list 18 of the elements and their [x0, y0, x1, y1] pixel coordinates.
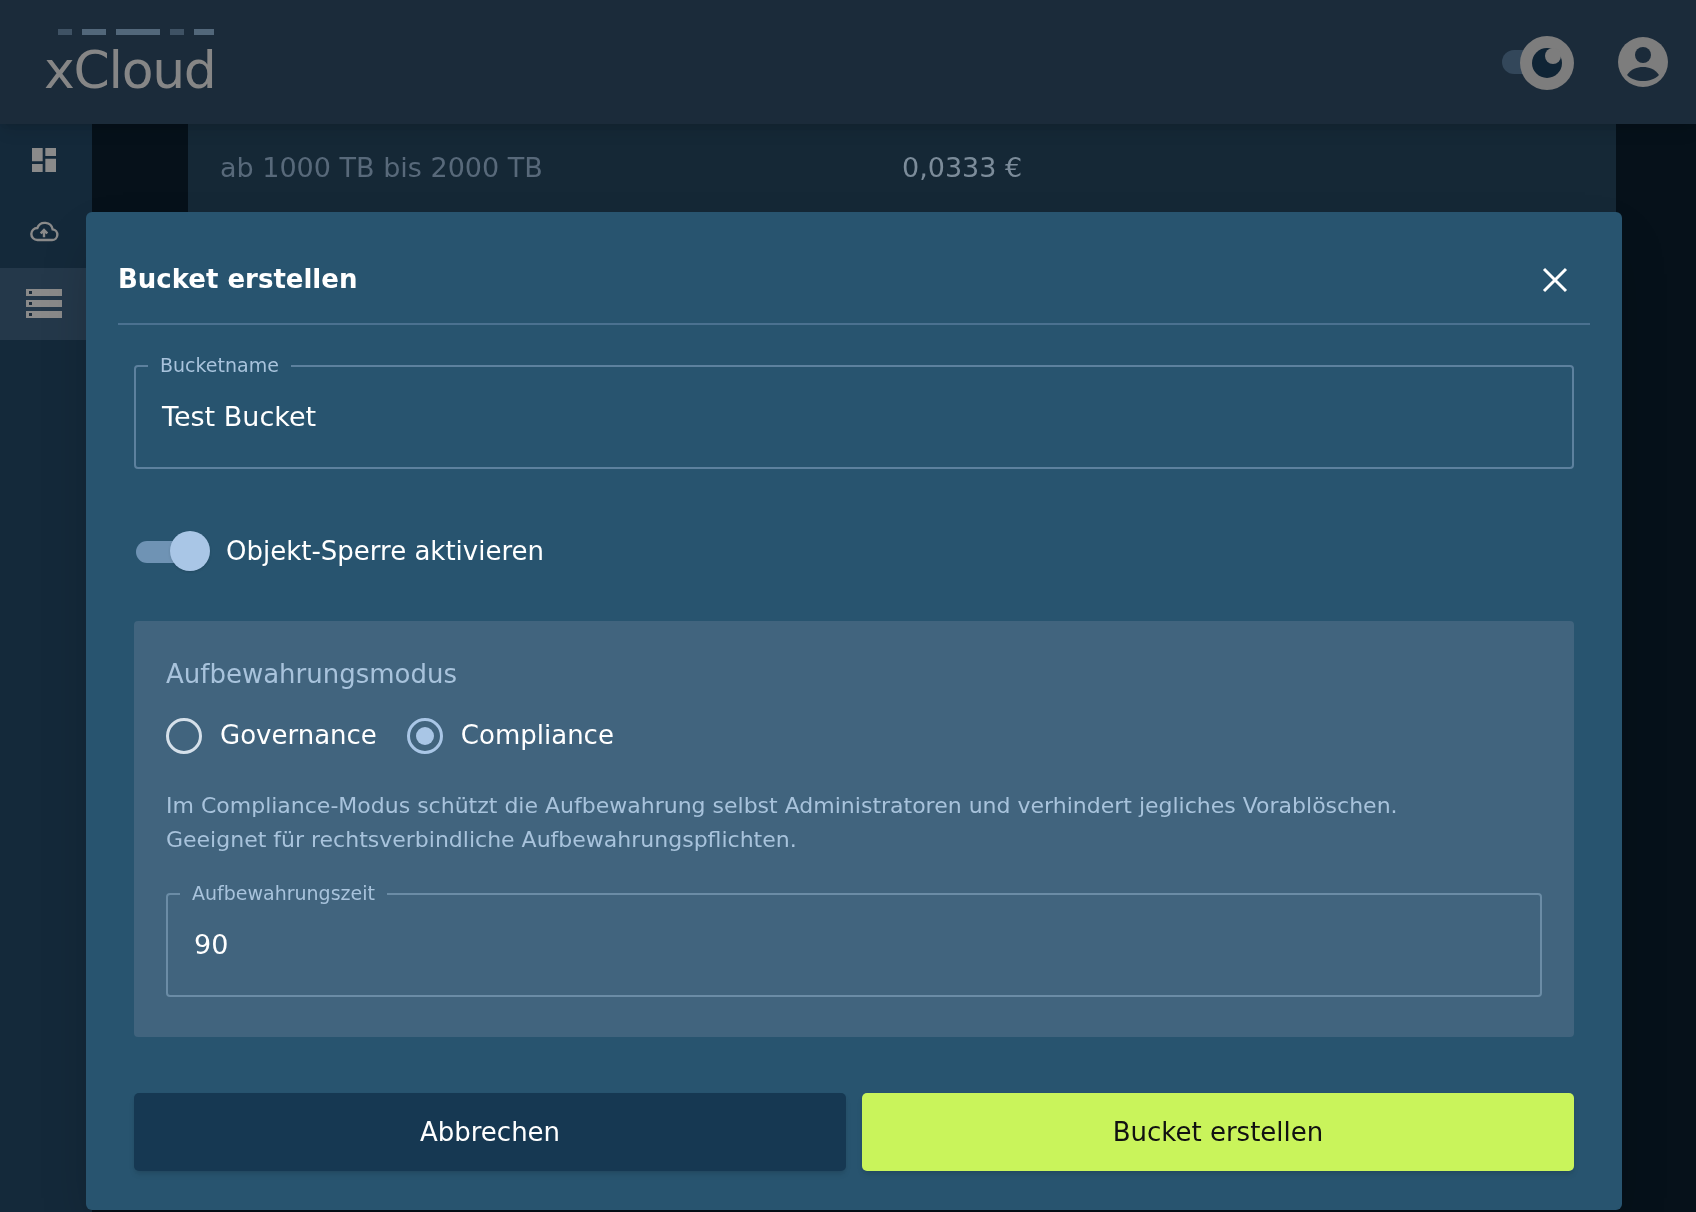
moon-icon [1531, 47, 1563, 79]
server-list-icon [26, 289, 62, 319]
logo: xCloud [44, 25, 216, 99]
radio-button[interactable] [406, 717, 443, 754]
radio-label: Compliance [460, 719, 614, 752]
create-button[interactable]: Bucket erstellen [862, 1093, 1574, 1171]
radio-button[interactable] [166, 717, 202, 754]
table-cell-text: ab 1000 TB bis 2000 TB [220, 150, 544, 185]
radio-label: Governance [220, 719, 377, 752]
section-title: Aufbewahrungsmodus [166, 658, 459, 691]
mode-description: Im Compliance-Modus schützt die Aufbewahrung selbst Administratoren und verhindert jegliches Vorablöschen. Geeignet für rechtsverbindliche Aufbewahrungspflichten. [166, 792, 1399, 854]
user-avatar-icon[interactable] [1618, 37, 1668, 87]
table-cell-text: 0,0333 € [902, 150, 1023, 185]
dialog-title: Bucket erstellen [118, 263, 358, 296]
cancel-button[interactable]: Abbrechen [134, 1093, 846, 1171]
switch-label: Objekt-Sperre aktivieren [226, 534, 545, 568]
toggle-switch[interactable] [134, 531, 210, 571]
theme-toggle[interactable] [1502, 34, 1574, 90]
